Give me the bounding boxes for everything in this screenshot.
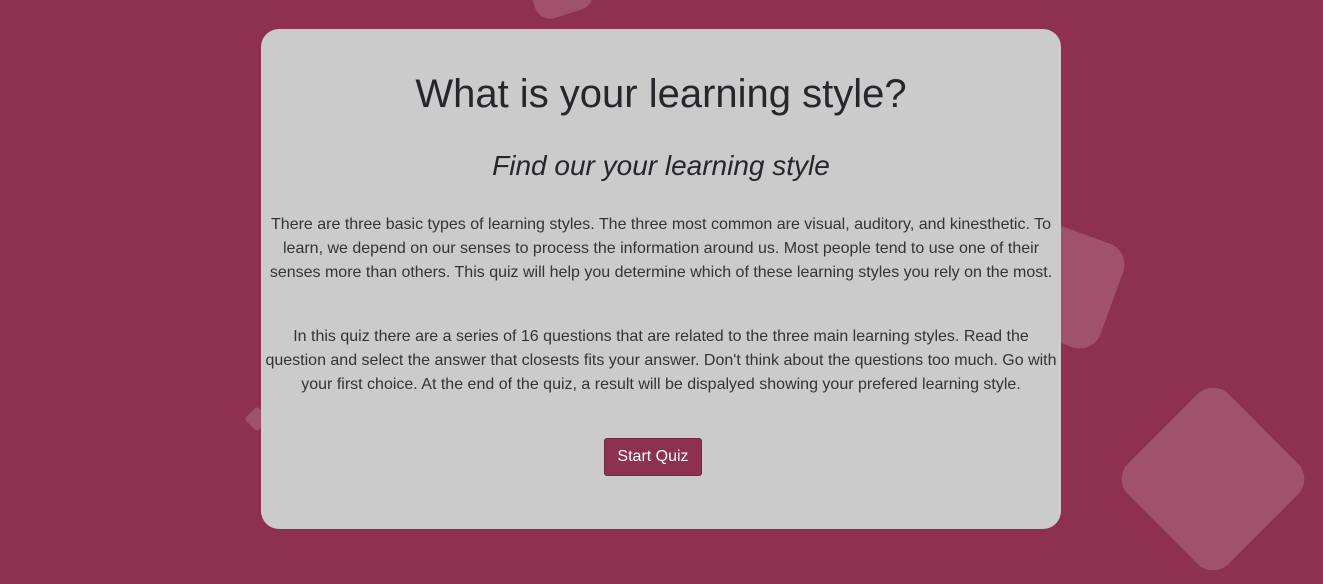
background-shape (522, 0, 598, 23)
page-title: What is your learning style? (415, 72, 907, 116)
page-subtitle: Find our your learning style (492, 150, 830, 181)
instructions-paragraph: In this quiz there are a series of 16 qu… (265, 328, 1057, 393)
quiz-intro-card: What is your learning style? Find our yo… (261, 29, 1061, 529)
intro-paragraph: There are three basic types of learning … (269, 216, 1053, 281)
background-shape (1112, 378, 1314, 580)
start-quiz-button[interactable]: Start Quiz (604, 438, 702, 476)
